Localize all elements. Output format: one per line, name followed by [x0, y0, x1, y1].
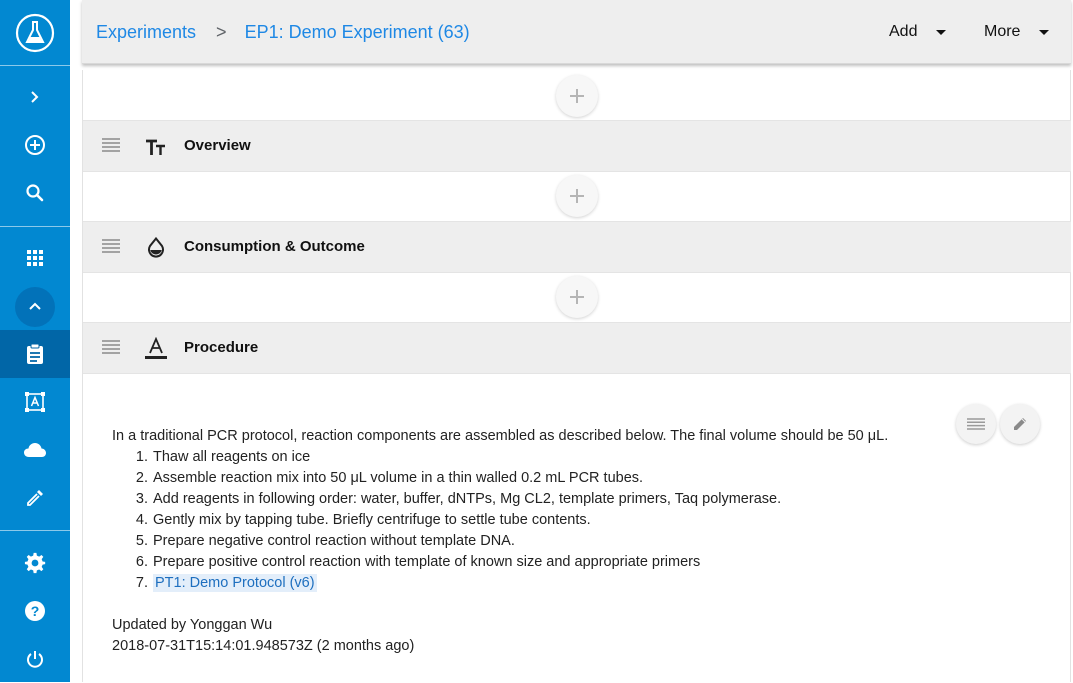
breadcrumb-separator: > [216, 21, 227, 42]
breadcrumb-experiments-link[interactable]: Experiments [96, 22, 196, 43]
add-section-button[interactable] [556, 276, 598, 318]
procedure-step: Prepare positive control reaction with t… [152, 552, 962, 573]
plus-icon [570, 189, 584, 203]
add-menu-label: Add [889, 23, 918, 40]
chevron-right-icon [31, 91, 39, 103]
cloud-nav-button[interactable] [0, 426, 70, 474]
breadcrumb-current-experiment[interactable]: EP1: Demo Experiment (63) [245, 22, 470, 43]
add-section-button[interactable] [556, 75, 598, 117]
apps-grid-icon [27, 250, 43, 266]
top-header: Experiments > EP1: Demo Experiment (63) … [82, 0, 1071, 64]
logout-button[interactable] [0, 635, 70, 683]
selection-icon [25, 392, 45, 412]
plus-icon [570, 290, 584, 304]
logo-icon [15, 13, 55, 52]
help-button[interactable]: ? [0, 587, 70, 635]
caret-down-icon [936, 29, 947, 35]
help-icon: ? [25, 601, 45, 621]
procedure-content: In a traditional PCR protocol, reaction … [112, 426, 962, 657]
procedure-steps: Thaw all reagents on ice Assemble reacti… [112, 447, 962, 594]
drag-handle-icon[interactable] [102, 239, 120, 253]
more-menu-button[interactable]: More [984, 0, 1050, 64]
procedure-step: Assemble reaction mix into 50 μL volume … [152, 468, 962, 489]
updated-by: Updated by Yonggan Wu [112, 617, 273, 633]
procedure-step: Add reagents in following order: water, … [152, 489, 962, 510]
drag-handle-icon[interactable] [102, 340, 120, 354]
reorder-button[interactable] [956, 404, 996, 444]
section-consumption-outcome[interactable]: Consumption & Outcome [83, 221, 1071, 273]
section-title: Procedure [184, 339, 259, 356]
drag-handle-icon[interactable] [102, 138, 120, 152]
settings-button[interactable] [0, 539, 70, 587]
sidebar-divider [0, 226, 70, 227]
apps-button[interactable] [0, 234, 70, 282]
create-button[interactable] [0, 121, 70, 169]
chevron-up-icon [29, 302, 41, 310]
collapse-group-button[interactable] [0, 283, 70, 331]
section-overview[interactable]: Overview [83, 120, 1071, 172]
procedure-step: Prepare negative control reaction withou… [152, 531, 962, 552]
collapse-circle [15, 287, 55, 327]
section-title: Consumption & Outcome [184, 238, 365, 255]
breadcrumb: Experiments > EP1: Demo Experiment (63) [96, 0, 470, 64]
cloud-icon [24, 443, 46, 457]
format-color-text-icon [143, 336, 169, 362]
more-menu-label: More [984, 23, 1021, 40]
text-format-icon [143, 134, 169, 160]
search-icon [26, 184, 44, 202]
svg-text:?: ? [31, 603, 40, 619]
add-circle-icon [25, 135, 45, 155]
drop-icon [143, 235, 169, 261]
experiments-nav-button[interactable] [0, 330, 70, 378]
protocols-nav-button[interactable] [0, 378, 70, 426]
procedure-step: PT1: Demo Protocol (v6) [152, 573, 962, 594]
plus-icon [570, 89, 584, 103]
add-section-button[interactable] [556, 175, 598, 217]
search-button[interactable] [0, 169, 70, 217]
section-title: Overview [184, 137, 251, 154]
gear-icon [24, 552, 46, 574]
experiment-content: Overview Consumption & Outcome Procedure [82, 70, 1071, 682]
sample-nav-button[interactable] [0, 474, 70, 522]
power-icon [27, 651, 43, 668]
add-menu-button[interactable]: Add [889, 0, 947, 64]
eyedropper-icon [27, 490, 43, 506]
caret-down-icon [1039, 29, 1050, 35]
expand-sidebar-button[interactable] [0, 73, 70, 121]
sidebar: ? [0, 0, 70, 682]
app-logo[interactable] [0, 0, 70, 66]
clipboard-icon [27, 343, 43, 364]
procedure-step: Thaw all reagents on ice [152, 447, 962, 468]
procedure-step: Gently mix by tapping tube. Briefly cent… [152, 510, 962, 531]
edit-button[interactable] [1000, 404, 1040, 444]
menu-lines-icon [967, 418, 985, 430]
section-procedure[interactable]: Procedure [83, 322, 1071, 374]
pencil-icon [1014, 418, 1026, 430]
updated-timestamp: 2018-07-31T15:14:01.948573Z (2 months ag… [112, 638, 415, 654]
procedure-intro: In a traditional PCR protocol, reaction … [112, 428, 889, 444]
linked-protocol-chip[interactable]: PT1: Demo Protocol (v6) [153, 574, 317, 592]
sidebar-divider [0, 530, 70, 531]
